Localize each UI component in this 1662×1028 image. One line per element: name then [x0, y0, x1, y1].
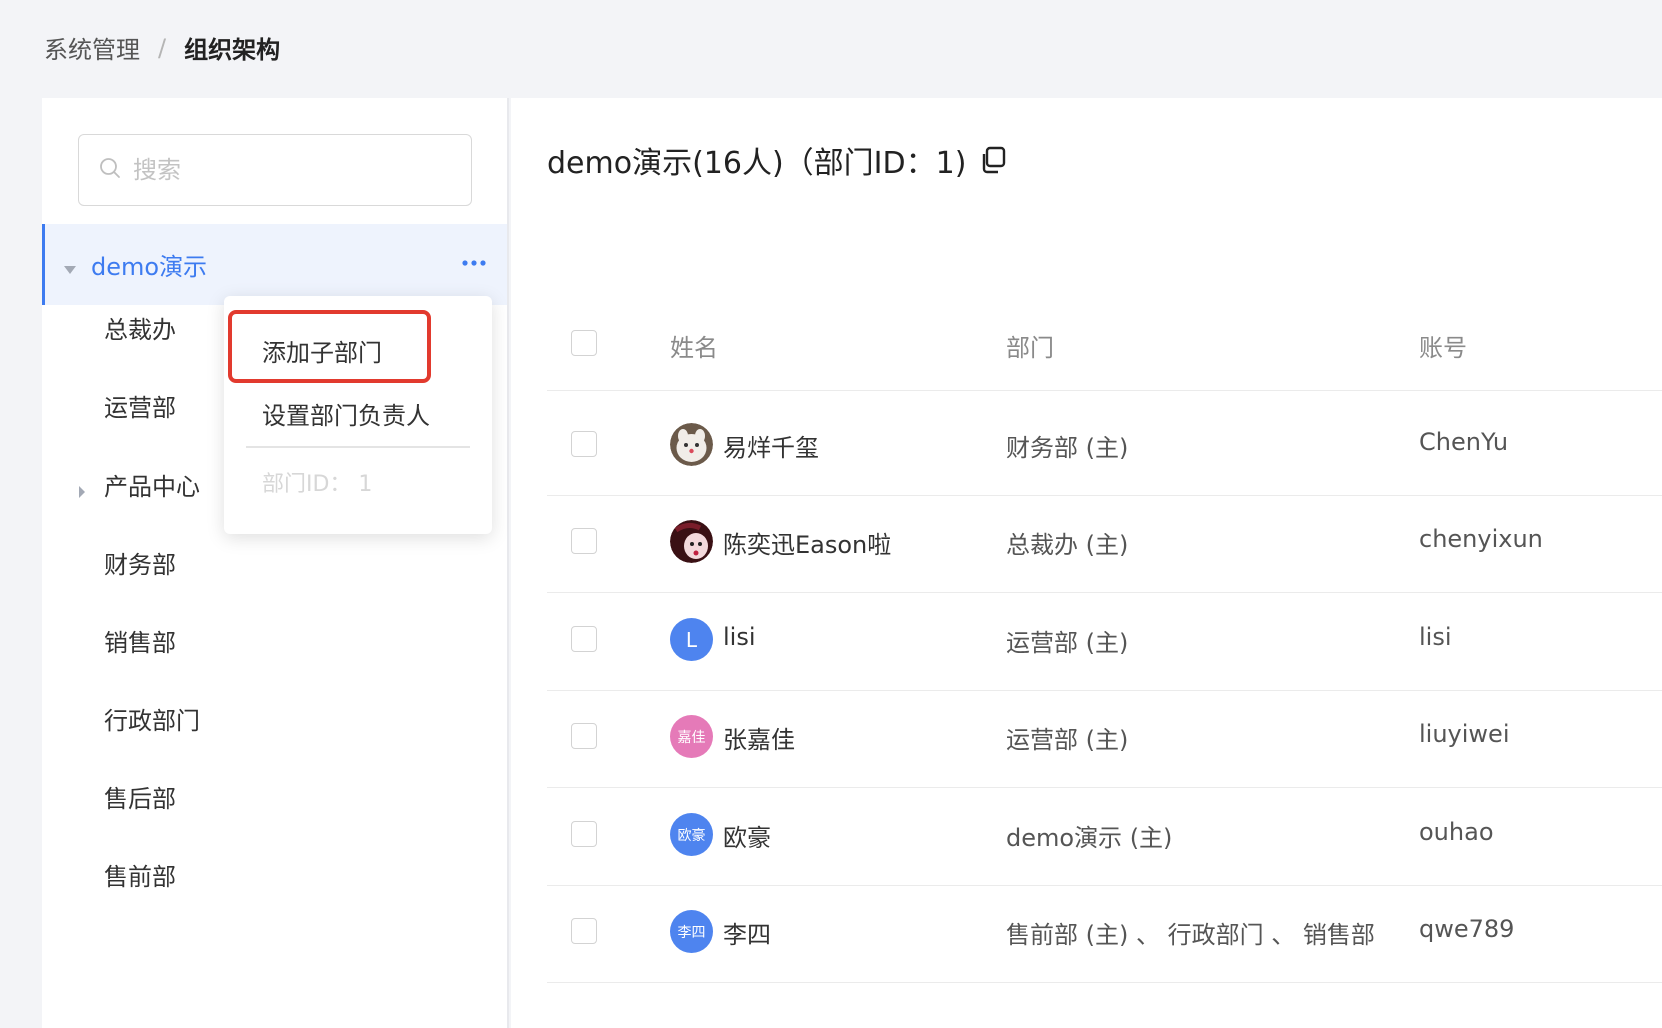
person-account: ChenYu — [1419, 428, 1509, 456]
person-account: qwe789 — [1419, 915, 1515, 943]
tree-item-label: 行政部门 — [104, 706, 200, 735]
person-dept: 财务部 (主) — [1006, 434, 1129, 462]
table-row[interactable]: 易烊千玺 财务部 (主) ChenYu — [547, 393, 1662, 496]
person-dept: 总裁办 (主) — [1006, 531, 1129, 559]
person-account: chenyixun — [1419, 525, 1543, 553]
main-panel: demo演示(16人)（部门ID：1) 姓名 部门 账号 易烊千玺 财务部 (主… — [511, 98, 1662, 1028]
avatar — [670, 520, 713, 563]
menu-dept-id: 部门ID： 1 — [262, 472, 373, 497]
table-row[interactable]: L lisi 运营部 (主) lisi — [547, 588, 1662, 691]
tree-root-label: demo演示 — [91, 253, 208, 281]
row-checkbox[interactable] — [571, 918, 597, 944]
row-checkbox[interactable] — [571, 626, 597, 652]
table-header: 姓名 部门 账号 — [547, 294, 1662, 391]
search-box[interactable] — [78, 134, 472, 206]
more-icon[interactable] — [457, 246, 491, 280]
tree-item-admin[interactable]: 行政部门 — [104, 698, 200, 738]
tree-item-after-sales[interactable]: 售后部 — [104, 776, 176, 816]
tree-item-pre-sales[interactable]: 售前部 — [104, 854, 176, 894]
highlight-annotation — [228, 310, 431, 383]
caret-right-icon[interactable] — [78, 477, 86, 498]
department-title: demo演示(16人)（部门ID：1) — [547, 138, 1010, 182]
column-header-account[interactable]: 账号 — [1419, 328, 1467, 363]
tree-item-label: 售前部 — [104, 862, 176, 891]
person-account: lisi — [1419, 623, 1452, 651]
select-all-checkbox[interactable] — [571, 330, 597, 356]
person-name: 李四 — [723, 921, 771, 949]
row-checkbox[interactable] — [571, 431, 597, 457]
tree-item-operations[interactable]: 运营部 — [104, 385, 176, 425]
person-name: 欧豪 — [723, 824, 771, 852]
department-tree-panel: demo演示 总裁办 运营部 产品中心 财务部 销售部 行政部门 售后部 售前部 — [42, 98, 509, 1028]
department-title-text: demo演示(16人)（部门ID：1) — [547, 146, 967, 181]
table-row[interactable]: 嘉佳 张嘉佳 运营部 (主) liuyiwei — [547, 685, 1662, 788]
search-input[interactable] — [133, 156, 453, 184]
person-account: liuyiwei — [1419, 720, 1510, 748]
row-checkbox[interactable] — [571, 528, 597, 554]
person-name: 易烊千玺 — [723, 434, 819, 462]
avatar: 嘉佳 — [670, 715, 713, 758]
caret-down-icon[interactable] — [63, 260, 77, 274]
menu-item-set-dept-head[interactable]: 设置部门负责人 — [262, 396, 430, 431]
avatar: L — [670, 618, 713, 661]
person-dept: demo演示 (主) — [1006, 824, 1173, 852]
column-header-dept[interactable]: 部门 — [1006, 328, 1054, 363]
person-dept: 运营部 (主) — [1006, 726, 1129, 754]
tree-item-label: 产品中心 — [104, 472, 200, 501]
avatar — [670, 423, 713, 466]
tree-item-label: 运营部 — [104, 393, 176, 422]
table-row[interactable]: 陈奕迅Eason啦 总裁办 (主) chenyixun — [547, 490, 1662, 593]
tree-item-product-center[interactable]: 产品中心 — [79, 464, 200, 504]
table-row[interactable]: 欧豪 欧豪 demo演示 (主) ouhao — [547, 783, 1662, 886]
tree-node-root[interactable]: demo演示 — [42, 224, 507, 305]
tree-item-label: 售后部 — [104, 784, 176, 813]
tree-item-label: 销售部 — [104, 628, 176, 657]
breadcrumb-separator: / — [158, 33, 167, 62]
person-name: 陈奕迅Eason啦 — [723, 531, 892, 559]
person-dept: 运营部 (主) — [1006, 629, 1129, 657]
person-account: ouhao — [1419, 818, 1494, 846]
table-row[interactable]: 李四 李四 售前部 (主) 、 行政部门 、 销售部 qwe789 — [547, 880, 1662, 983]
tree-item-label: 财务部 — [104, 550, 176, 579]
avatar: 欧豪 — [670, 813, 713, 856]
person-name: lisi — [723, 623, 756, 651]
menu-divider — [246, 446, 470, 448]
tree-item-president-office[interactable]: 总裁办 — [104, 307, 176, 347]
breadcrumb-current: 组织架构 — [184, 36, 281, 64]
row-checkbox[interactable] — [571, 723, 597, 749]
person-dept: 售前部 (主) 、 行政部门 、 销售部 — [1006, 921, 1375, 949]
tree-item-finance[interactable]: 财务部 — [104, 542, 176, 582]
column-header-name[interactable]: 姓名 — [670, 328, 718, 363]
row-checkbox[interactable] — [571, 821, 597, 847]
person-name: 张嘉佳 — [723, 726, 795, 754]
copy-icon[interactable] — [976, 143, 1010, 177]
breadcrumb: 系统管理 / 组织架构 — [44, 30, 280, 65]
avatar: 李四 — [670, 910, 713, 953]
tree-item-label: 总裁办 — [104, 315, 176, 344]
breadcrumb-parent[interactable]: 系统管理 — [44, 30, 140, 65]
search-icon — [99, 157, 121, 183]
tree-item-sales[interactable]: 销售部 — [104, 620, 176, 660]
